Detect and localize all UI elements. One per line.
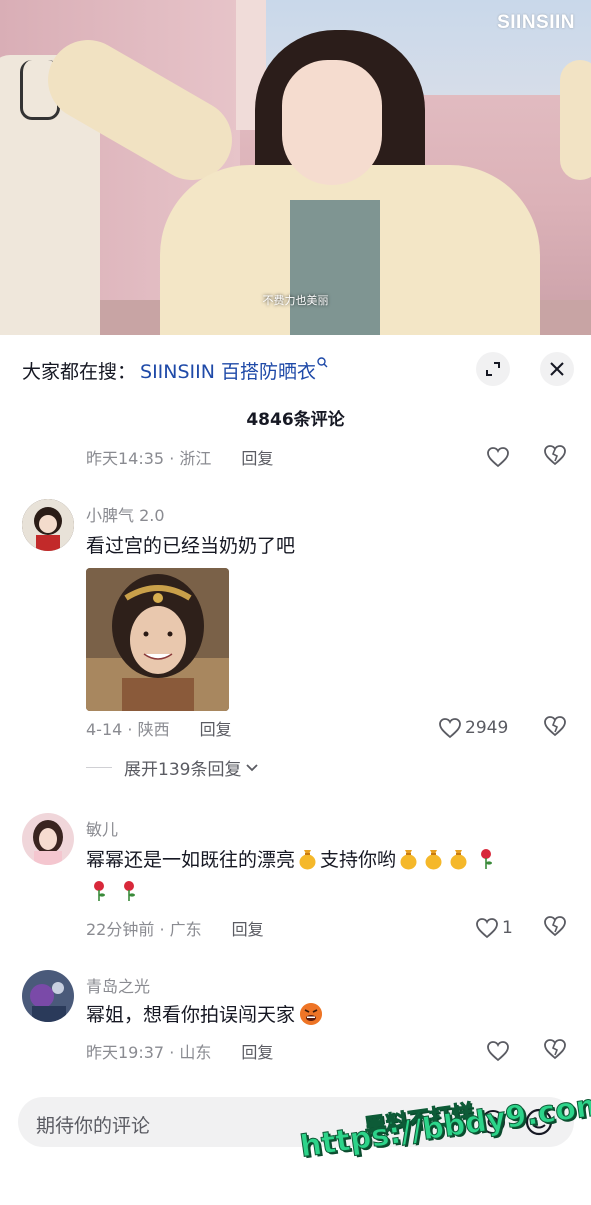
- like-count: 2949: [465, 718, 509, 738]
- comment-meta: 4-14 · 陕西 回复: [86, 715, 232, 741]
- comment-username[interactable]: 敏儿: [86, 816, 118, 840]
- fullscreen-icon: [486, 362, 500, 376]
- comment-text-part: 支持你哟: [320, 849, 397, 871]
- comment-username[interactable]: 小脾气 2.0: [86, 502, 165, 526]
- avatar[interactable]: [22, 813, 74, 865]
- broken-heart-icon: [544, 916, 566, 937]
- angry-face-emoji-icon: [299, 1002, 323, 1026]
- heart-icon: [487, 447, 509, 468]
- brand-logo: SIINSIIN: [497, 12, 575, 33]
- like-button[interactable]: [486, 1038, 510, 1064]
- comment-time-location: 昨天19:37 · 山东: [86, 1043, 212, 1062]
- avatar[interactable]: [22, 499, 74, 551]
- rose-emoji-icon: [477, 848, 495, 870]
- search-prefix: 大家都在搜：: [22, 360, 137, 383]
- reply-button[interactable]: 回复: [232, 916, 264, 940]
- comment-text: 幂幂还是一如既往的漂亮 支持你哟: [86, 844, 566, 908]
- comment-text: 看过宫的已经当奶奶了吧: [86, 535, 296, 557]
- comment-sheet: 大家都在搜： SIINSIIN 百搭防晒衣 4846条评论 昨天14:35 · …: [0, 335, 591, 1205]
- expand-replies-label: 展开139条回复: [124, 760, 242, 780]
- comment-username[interactable]: 青岛之光: [86, 973, 150, 997]
- person-face: [282, 60, 382, 185]
- close-icon: [550, 362, 564, 376]
- heart-icon: [476, 918, 498, 939]
- dislike-button[interactable]: [543, 915, 567, 941]
- money-bag-emoji-icon: [449, 848, 468, 870]
- reply-button[interactable]: 回复: [200, 716, 232, 740]
- broken-heart-icon: [544, 1039, 566, 1060]
- chevron-down-icon: [246, 763, 259, 771]
- comment-time-location: 22分钟前 · 广东: [86, 920, 202, 939]
- comment-text-part: 幂幂还是一如既往的漂亮: [86, 849, 296, 871]
- person-shirt: [290, 200, 380, 335]
- reply-button[interactable]: 回复: [241, 445, 273, 469]
- comment-meta: 22分钟前 · 广东 回复: [86, 915, 264, 941]
- reply-button[interactable]: 回复: [241, 1039, 273, 1063]
- like-button[interactable]: 1: [475, 915, 513, 941]
- money-bag-emoji-icon: [298, 848, 317, 870]
- search-suggestion[interactable]: 大家都在搜： SIINSIIN 百搭防晒衣: [22, 355, 328, 385]
- search-icon: [317, 357, 328, 371]
- video-player[interactable]: SIINSIIN 不费力也美丽: [0, 0, 591, 335]
- comment-count: 4846条评论: [246, 410, 345, 430]
- fullscreen-button[interactable]: [476, 352, 510, 386]
- video-subtitle: 不费力也美丽: [262, 294, 329, 307]
- comment-image[interactable]: [86, 568, 229, 711]
- person-hand: [560, 60, 591, 180]
- broken-heart-icon: [544, 716, 566, 737]
- heart-icon: [487, 1041, 509, 1062]
- dislike-button[interactable]: [543, 444, 567, 470]
- heart-icon: [439, 718, 461, 739]
- rose-emoji-icon: [120, 880, 138, 902]
- comment-time-location: 昨天14:35 · 浙江: [86, 449, 212, 468]
- search-term-link[interactable]: SIINSIIN 百搭防晒衣: [140, 357, 316, 384]
- expand-replies-button[interactable]: 展开139条回复: [86, 755, 259, 780]
- like-count: 1: [502, 918, 513, 938]
- money-bag-emoji-icon: [399, 848, 418, 870]
- like-button[interactable]: 2949: [438, 715, 508, 741]
- like-button[interactable]: [486, 444, 510, 470]
- money-bag-emoji-icon: [424, 848, 443, 870]
- dislike-button[interactable]: [543, 715, 567, 741]
- comment-input-placeholder: 期待你的评论: [36, 1115, 151, 1137]
- comment-meta: 昨天19:37 · 山东 回复: [86, 1038, 273, 1064]
- broken-heart-icon: [544, 445, 566, 466]
- comment-meta: 昨天14:35 · 浙江 回复: [86, 444, 273, 470]
- dislike-button[interactable]: [543, 1038, 567, 1064]
- divider: [86, 767, 112, 768]
- avatar[interactable]: [22, 970, 74, 1022]
- comment-text: 幂姐，想看你拍误闯天家: [86, 999, 566, 1031]
- rose-emoji-icon: [90, 880, 108, 902]
- comment-time-location: 4-14 · 陕西: [86, 720, 170, 739]
- comment-text-part: 幂姐，想看你拍误闯天家: [86, 1004, 296, 1026]
- close-button[interactable]: [540, 352, 574, 386]
